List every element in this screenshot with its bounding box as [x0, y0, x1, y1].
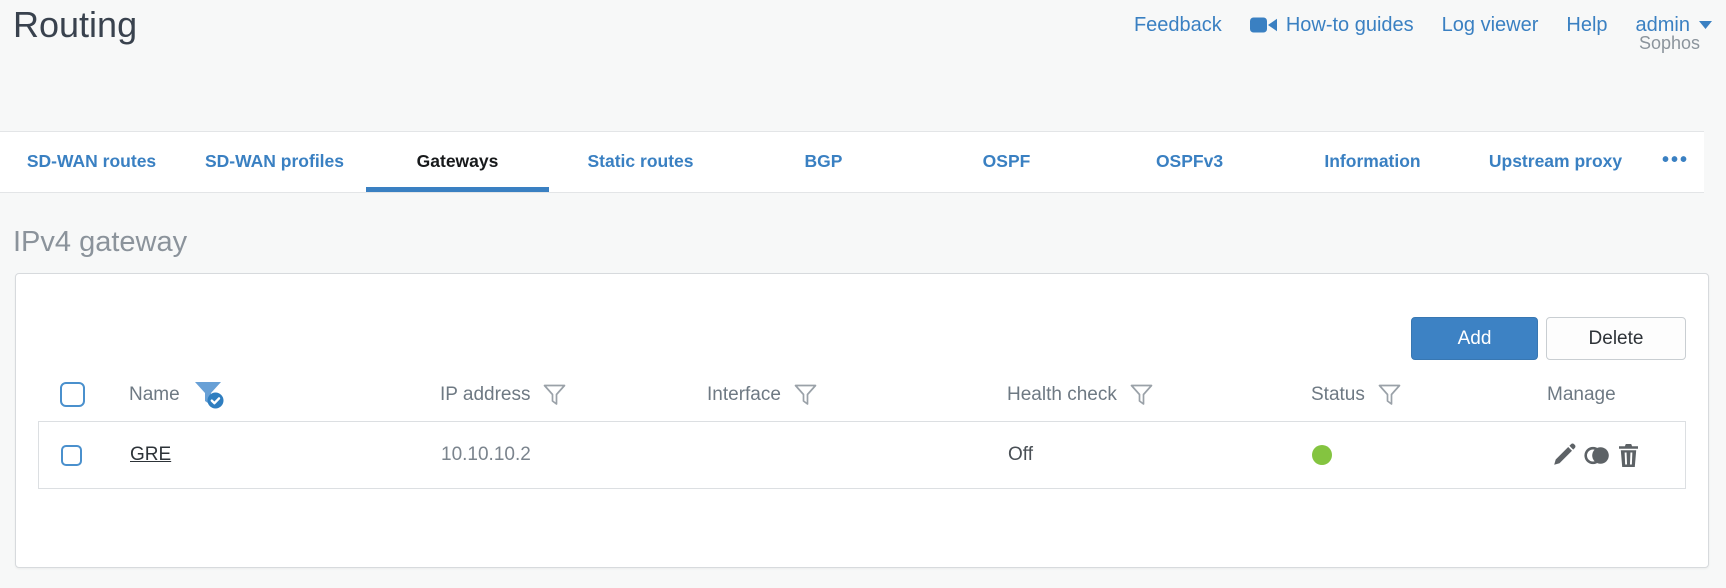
row-select-cell: [39, 444, 108, 466]
chevron-down-icon: [1699, 21, 1712, 29]
trash-icon[interactable]: [1618, 443, 1639, 467]
ip-address-value: 10.10.10.2: [441, 444, 531, 465]
clone-icon[interactable]: [1584, 445, 1610, 466]
delete-button[interactable]: Delete: [1546, 317, 1686, 360]
video-camera-icon: [1249, 16, 1277, 34]
tab-ospfv3[interactable]: OSPFv3: [1098, 132, 1281, 192]
brand-label: Sophos: [1638, 33, 1700, 53]
tab-ospf[interactable]: OSPF: [915, 132, 1098, 192]
select-all-checkbox[interactable]: [60, 382, 85, 407]
tab-sdwan-profiles[interactable]: SD-WAN profiles: [183, 132, 366, 192]
health-check-value: Off: [1008, 444, 1033, 465]
column-label-status: Status: [1311, 383, 1365, 405]
ipv4-gateway-panel: Add Delete Name IP address Interface Hea…: [15, 273, 1709, 568]
gateway-name-link[interactable]: GRE: [130, 444, 171, 466]
column-header-name: Name: [107, 380, 418, 409]
tab-bar: SD-WAN routes SD-WAN profiles Gateways S…: [0, 131, 1704, 193]
column-header-ip-address: IP address: [418, 384, 685, 406]
column-header-health-check: Health check: [985, 384, 1289, 406]
filter-funnel-icon[interactable]: [794, 384, 817, 406]
add-button[interactable]: Add: [1411, 317, 1538, 360]
howto-guides-label: How-to guides: [1285, 13, 1414, 36]
tab-static-routes[interactable]: Static routes: [549, 132, 732, 192]
log-viewer-link[interactable]: Log viewer: [1442, 14, 1539, 37]
tab-upstream-proxy[interactable]: Upstream proxy: [1464, 132, 1647, 192]
column-header-status: Status: [1289, 384, 1525, 406]
row-status-cell: [1290, 445, 1526, 465]
column-label-interface: Interface: [707, 383, 781, 405]
column-label-ip-address: IP address: [440, 383, 531, 405]
feedback-link[interactable]: Feedback: [1134, 14, 1222, 37]
help-label: Help: [1566, 13, 1608, 36]
filter-funnel-icon[interactable]: [543, 384, 566, 406]
table-header-row: Name IP address Interface Health check S…: [38, 368, 1686, 421]
howto-guides-link[interactable]: How-to guides: [1249, 13, 1414, 37]
top-nav: Feedback How-to guides Log viewer Help a…: [1134, 0, 1712, 50]
column-header-interface: Interface: [685, 384, 985, 406]
column-label-health-check: Health check: [1007, 383, 1117, 405]
table-row: GRE 10.10.10.2 Off: [39, 422, 1685, 488]
tab-information[interactable]: Information: [1281, 132, 1464, 192]
column-header-manage: Manage: [1525, 384, 1686, 406]
tab-gateways[interactable]: Gateways: [366, 132, 549, 192]
tab-sdwan-routes[interactable]: SD-WAN routes: [0, 132, 183, 192]
page-title: Routing: [13, 4, 138, 45]
filter-funnel-icon[interactable]: [1378, 384, 1401, 406]
row-ip-cell: 10.10.10.2: [419, 444, 686, 466]
row-health-check-cell: Off: [986, 444, 1290, 466]
tab-bgp[interactable]: BGP: [732, 132, 915, 192]
column-label-manage: Manage: [1547, 383, 1616, 405]
status-green-dot: [1312, 445, 1332, 465]
filter-funnel-icon[interactable]: [1130, 384, 1153, 406]
filter-funnel-checked-icon[interactable]: [193, 380, 226, 409]
row-checkbox[interactable]: [61, 444, 82, 466]
pencil-icon[interactable]: [1552, 443, 1576, 467]
table-toolbar: Add Delete: [1411, 317, 1686, 360]
table-body: GRE 10.10.10.2 Off: [38, 421, 1686, 489]
feedback-label: Feedback: [1133, 13, 1222, 36]
help-link[interactable]: Help: [1566, 14, 1607, 37]
row-name-cell: GRE: [108, 444, 419, 466]
row-manage-cell: [1526, 443, 1685, 467]
section-heading: IPv4 gateway: [13, 226, 188, 258]
select-all-cell: [38, 382, 107, 407]
log-viewer-label: Log viewer: [1441, 13, 1539, 36]
tabs-overflow-button[interactable]: •••: [1647, 132, 1704, 192]
column-label-name: Name: [129, 383, 180, 405]
